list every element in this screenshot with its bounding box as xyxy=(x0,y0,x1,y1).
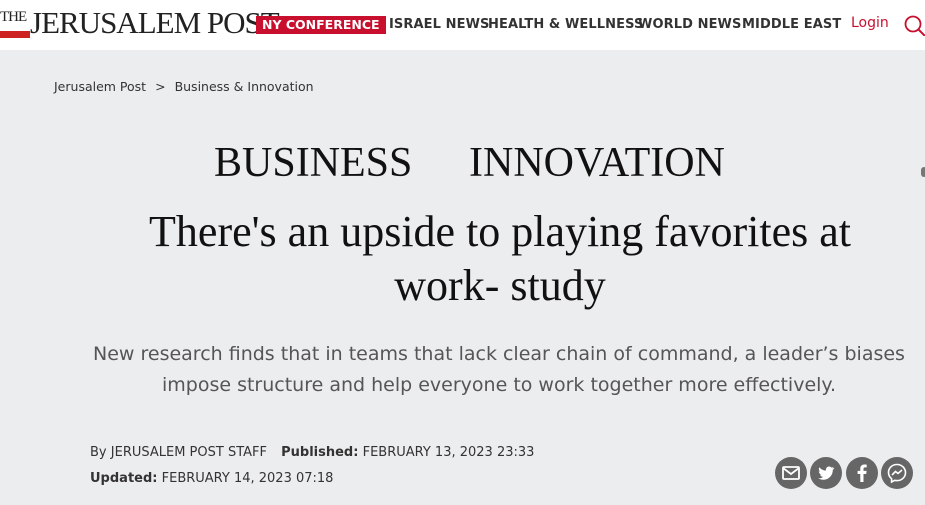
article-subheadline: New research finds that in teams that la… xyxy=(20,339,925,401)
breadcrumb: Jerusalem Post > Business & Innovation xyxy=(54,79,314,94)
twitter-icon[interactable] xyxy=(810,457,842,489)
byline-prefix: By xyxy=(90,445,107,460)
logo-red-bar xyxy=(0,31,30,38)
article-byline: By JERUSALEM POST STAFF Published: FEBRU… xyxy=(90,445,534,461)
breadcrumb-home[interactable]: Jerusalem Post xyxy=(54,79,146,94)
author-link[interactable]: JERUSALEM POST STAFF xyxy=(111,445,267,460)
breadcrumb-separator: > xyxy=(155,79,166,94)
logo-name: JERUSALEM POST xyxy=(30,5,280,40)
carousel-edge-indicator xyxy=(921,167,925,177)
facebook-icon[interactable] xyxy=(846,457,878,489)
nav-world-news[interactable]: WORLD NEWS xyxy=(638,16,741,34)
nav-health-wellness[interactable]: HEALTH & WELLNESS xyxy=(488,16,643,34)
headline-line-1: There's an upside to playing favorites a… xyxy=(149,207,851,256)
login-link[interactable]: Login xyxy=(851,14,889,32)
published-label: Published: xyxy=(281,445,359,460)
subhead-line-2: impose structure and help everyone to wo… xyxy=(161,374,836,396)
published-date: FEBRUARY 13, 2023 23:33 xyxy=(362,445,535,460)
section-logo[interactable]: BUSINESS INNOVATION xyxy=(0,140,925,188)
section-logo-innovation: INNOVATION xyxy=(469,140,725,186)
mail-icon[interactable] xyxy=(775,457,807,489)
messenger-icon[interactable] xyxy=(881,457,913,489)
breadcrumb-section[interactable]: Business & Innovation xyxy=(175,79,314,94)
search-icon[interactable] xyxy=(903,14,925,36)
logo-the: THE xyxy=(0,9,27,25)
nav-middle-east[interactable]: MIDDLE EAST xyxy=(742,16,841,34)
article-updated: Updated: FEBRUARY 14, 2023 07:18 xyxy=(90,471,333,487)
nav-ny-conference[interactable]: NY CONFERENCE xyxy=(256,16,386,34)
nav-israel-news[interactable]: ISRAEL NEWS xyxy=(389,16,490,34)
top-navigation-bar: THE JERUSALEM POST NY CONFERENCE ISRAEL … xyxy=(0,0,925,50)
article-headline: There's an upside to playing favorites a… xyxy=(0,205,925,313)
headline-line-2: work- study xyxy=(394,261,606,310)
updated-label: Updated: xyxy=(90,471,158,486)
section-logo-business: BUSINESS xyxy=(214,140,413,186)
updated-date: FEBRUARY 14, 2023 07:18 xyxy=(161,471,334,486)
subhead-line-1: New research finds that in teams that la… xyxy=(93,343,905,365)
